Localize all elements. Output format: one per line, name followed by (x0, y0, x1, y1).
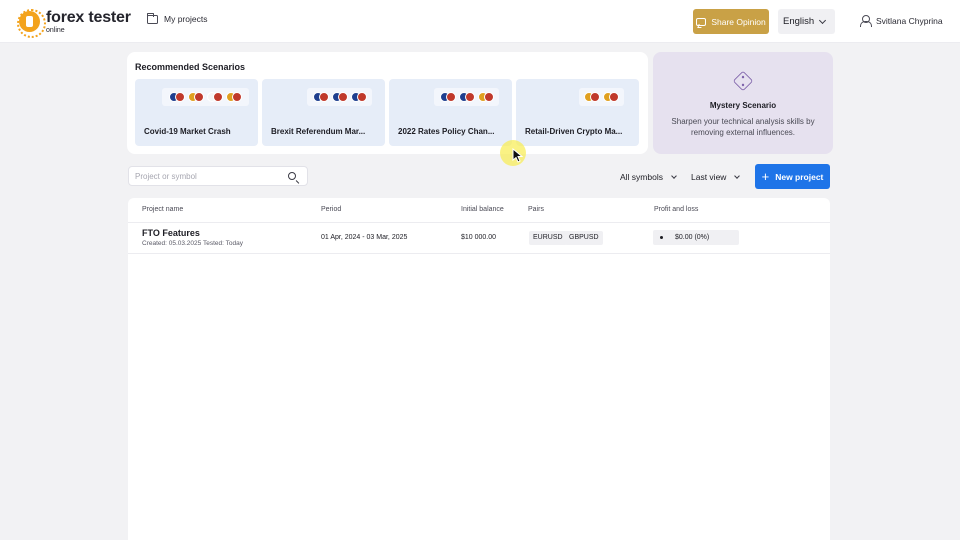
chevron-down-icon (734, 172, 741, 179)
currency-flags (434, 88, 499, 106)
currency-pair-flags-icon (207, 92, 223, 102)
sort-filter-label: Last view (691, 172, 727, 182)
table-header: Project name Period Initial balance Pair… (128, 198, 830, 223)
my-projects-label: My projects (164, 14, 208, 24)
new-project-button[interactable]: + New project (755, 164, 830, 189)
search-box (128, 166, 308, 186)
share-opinion-label: Share Opinion (711, 16, 766, 27)
currency-pair-flags-icon (169, 92, 185, 102)
currency-pair-flags-icon (226, 92, 242, 102)
currency-flags (579, 88, 624, 106)
plus-icon: + (761, 168, 770, 184)
currency-pair-flags-icon (603, 92, 619, 102)
currency-pair-flags-icon (312, 92, 329, 102)
pair-chip: GBPUSD (565, 231, 603, 245)
flag-icon (213, 92, 223, 102)
flag-icon (175, 92, 185, 102)
chevron-down-icon (671, 172, 677, 179)
column-header[interactable]: Project name (142, 206, 183, 213)
logo-subtitle: online (46, 27, 65, 34)
chat-bubble-icon (696, 17, 707, 26)
mystery-title: Mystery Scenario (709, 101, 777, 110)
column-header[interactable]: Profit and loss (654, 206, 698, 213)
scenario-name: 2022 Rates Policy Chan... (398, 127, 495, 136)
top-bar: forex tester online My projects Share Op… (0, 0, 960, 43)
profit-loss-value: $0.00 (0%) (675, 234, 710, 241)
currency-pair-flags-icon (458, 92, 475, 102)
currency-flags (307, 88, 372, 106)
logo-icon (17, 9, 46, 38)
column-header[interactable]: Pairs (528, 206, 544, 213)
scenario-name: Covid-19 Market Crash (144, 127, 231, 136)
flag-icon (337, 92, 348, 102)
mystery-description: Sharpen your technical analysis skills b… (671, 117, 815, 137)
scenario-card[interactable]: Retail-Driven Crypto Ma... (516, 79, 639, 146)
currency-pair-flags-icon (439, 92, 456, 102)
currency-pair-flags-icon (188, 92, 204, 102)
folder-icon (147, 12, 158, 24)
search-icon[interactable] (288, 172, 296, 180)
my-projects-link[interactable]: My projects (147, 12, 208, 24)
flag-icon (590, 92, 600, 102)
column-header[interactable]: Initial balance (461, 206, 504, 213)
flag-icon (356, 92, 367, 102)
initial-balance: $10 000.00 (461, 234, 497, 241)
symbols-filter[interactable]: All symbols (620, 172, 677, 182)
user-name: Svitlana Chyprina (876, 15, 943, 26)
project-name[interactable]: FTO Features (142, 228, 200, 238)
project-meta: Created: 05.03.2025 Tested: Today (142, 240, 243, 247)
flag-icon (318, 92, 329, 102)
user-menu[interactable]: Svitlana Chyprina (860, 15, 943, 27)
flag-icon (464, 92, 475, 102)
logo-title: forex tester (46, 9, 131, 26)
flag-icon (445, 92, 456, 102)
pair-chip: EURUSD (529, 231, 567, 245)
scenario-name: Retail-Driven Crypto Ma... (525, 127, 623, 136)
currency-pair-flags-icon (477, 92, 494, 102)
profit-loss-badge: $0.00 (0%) (653, 230, 739, 245)
flag-icon (609, 92, 619, 102)
language-label: English (783, 16, 815, 27)
mystery-scenario-card[interactable]: Mystery Scenario Sharpen your technical … (653, 52, 833, 154)
currency-pair-flags-icon (350, 92, 367, 102)
recommended-scenarios-panel: Recommended Scenarios Covid-19 Market Cr… (127, 52, 648, 154)
scenario-card[interactable]: Brexit Referendum Mar... (262, 79, 385, 146)
currency-pair-flags-icon (584, 92, 600, 102)
table-row[interactable]: FTO Features Created: 05.03.2025 Tested:… (128, 223, 830, 254)
projects-table: Project name Period Initial balance Pair… (128, 198, 830, 540)
flag-icon (232, 92, 242, 102)
user-icon (860, 15, 872, 27)
chevron-down-icon (818, 16, 827, 25)
sort-filter[interactable]: Last view (691, 172, 741, 182)
status-dot-icon (660, 236, 663, 239)
currency-flags (162, 88, 249, 106)
flag-icon (194, 92, 204, 102)
project-period: 01 Apr, 2024 - 03 Mar, 2025 (321, 234, 408, 241)
scenario-card[interactable]: Covid-19 Market Crash (135, 79, 258, 146)
scenario-card[interactable]: 2022 Rates Policy Chan... (389, 79, 512, 146)
forex-tester-logo[interactable]: forex tester online (17, 9, 131, 38)
currency-pair-flags-icon (331, 92, 348, 102)
share-opinion-button[interactable]: Share Opinion (693, 9, 769, 34)
language-selector[interactable]: English (778, 9, 835, 34)
scenario-name: Brexit Referendum Mar... (271, 127, 366, 136)
scenarios-title: Recommended Scenarios (135, 62, 246, 72)
mouse-cursor-icon (512, 148, 524, 163)
search-input[interactable] (135, 170, 285, 183)
flag-icon (483, 92, 494, 102)
symbols-filter-label: All symbols (620, 172, 663, 182)
column-header[interactable]: Period (321, 206, 341, 213)
dice-icon (732, 70, 754, 92)
new-project-label: New project (775, 171, 824, 182)
